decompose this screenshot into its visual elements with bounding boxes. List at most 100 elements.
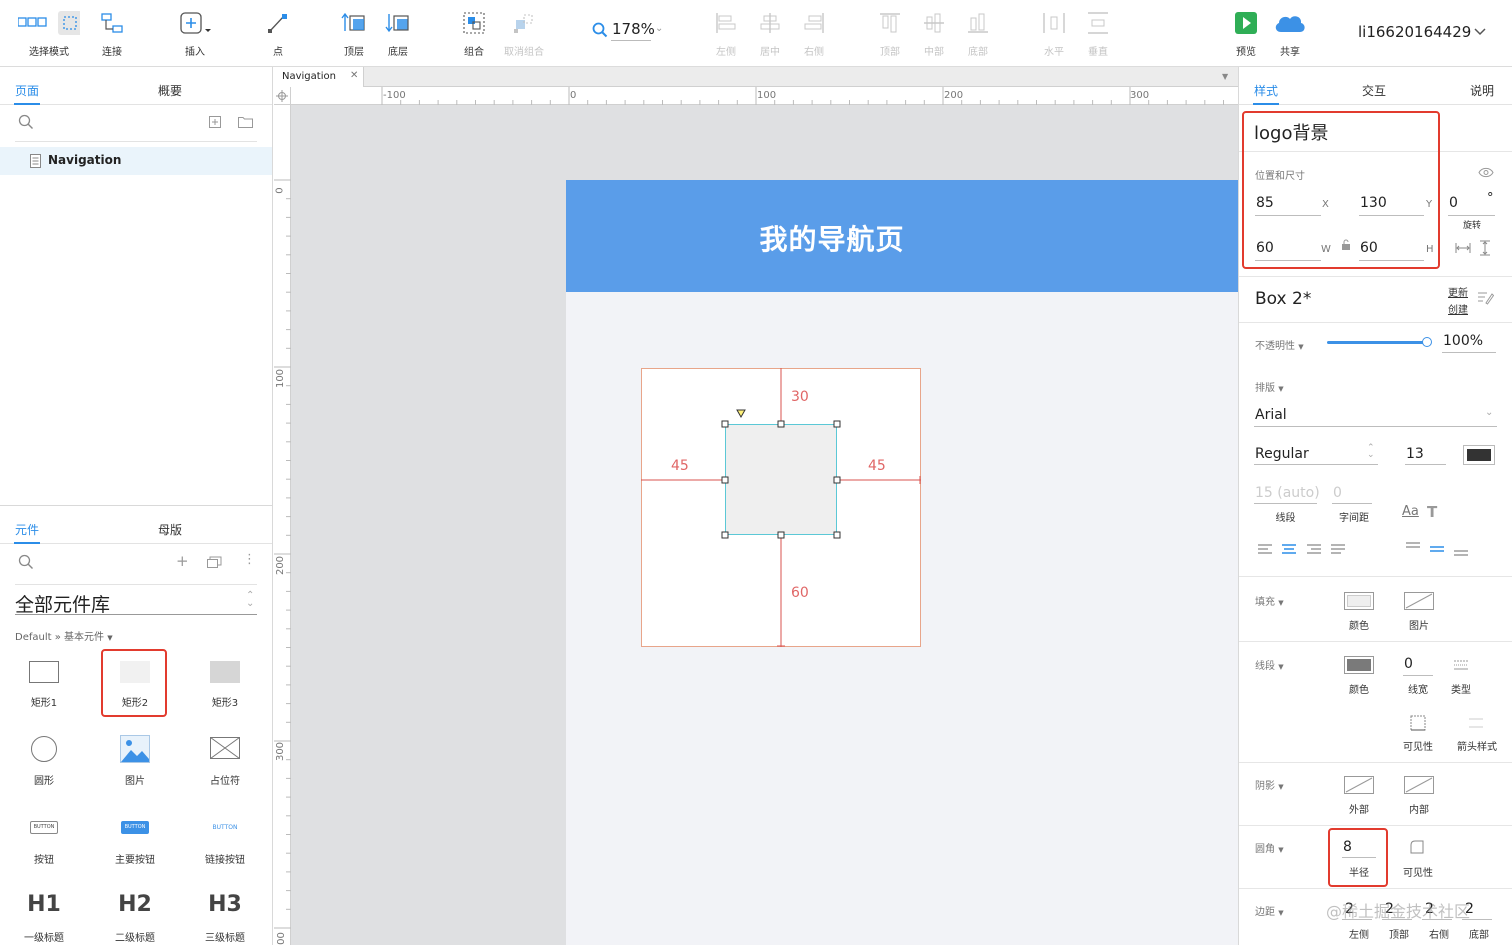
edit-style-icon[interactable] bbox=[1477, 291, 1494, 305]
padding-label[interactable]: 边距 ▼ bbox=[1255, 903, 1284, 918]
shadow-label[interactable]: 阴影 ▼ bbox=[1255, 777, 1284, 792]
font-weight-select[interactable]: Regular bbox=[1255, 446, 1309, 462]
distribute-horizontal-button[interactable]: 水平 bbox=[1034, 0, 1074, 66]
inner-shadow-swatch[interactable] bbox=[1404, 776, 1434, 794]
library-breadcrumb[interactable]: Default » 基本元件 ▼ bbox=[15, 628, 113, 643]
tab-outline[interactable]: 概要 bbox=[158, 82, 182, 99]
lib-item-link-button[interactable]: BUTTON 链接按钮 bbox=[190, 811, 260, 881]
align-middle-button[interactable]: 中部 bbox=[914, 0, 954, 66]
lib-item-rect1[interactable]: 矩形1 bbox=[9, 649, 79, 719]
tab-interactions[interactable]: 交互 bbox=[1362, 82, 1386, 99]
lib-item-label: 三级标题 bbox=[205, 933, 245, 944]
align-bottom-button[interactable]: 底部 bbox=[958, 0, 998, 66]
align-center-button[interactable]: 居中 bbox=[750, 0, 790, 66]
align-text-left-icon[interactable] bbox=[1257, 544, 1273, 556]
rotation-input[interactable]: 0 bbox=[1449, 195, 1458, 211]
nav-header[interactable]: 我的导航页 bbox=[566, 180, 1238, 292]
lib-item-h1[interactable]: H1 一级标题 bbox=[9, 888, 79, 945]
fill-color-swatch[interactable] bbox=[1344, 592, 1374, 610]
corner-radius-label[interactable]: 圆角 ▼ bbox=[1255, 840, 1284, 855]
ungroup-button[interactable]: 取消组合 bbox=[500, 0, 548, 66]
tab-notes[interactable]: 说明 bbox=[1470, 82, 1494, 99]
page-item-navigation[interactable]: Navigation bbox=[0, 147, 272, 175]
preview-button[interactable]: 预览 bbox=[1226, 0, 1266, 66]
fill-label[interactable]: 填充 ▼ bbox=[1255, 593, 1284, 608]
library-select[interactable]: 全部元件库 bbox=[15, 590, 110, 617]
font-color-swatch[interactable] bbox=[1463, 445, 1495, 465]
select-mode-button[interactable]: 选择模式 bbox=[14, 0, 84, 66]
line-height-input[interactable]: 15 (auto) bbox=[1255, 485, 1320, 501]
align-text-right-icon[interactable] bbox=[1306, 544, 1322, 556]
align-left-button[interactable]: 左侧 bbox=[706, 0, 746, 66]
align-text-justify-icon[interactable] bbox=[1330, 544, 1346, 556]
align-top-button[interactable]: 顶部 bbox=[870, 0, 910, 66]
create-style-link[interactable]: 创建 bbox=[1448, 301, 1468, 316]
outer-shadow-swatch[interactable] bbox=[1344, 776, 1374, 794]
library-more-icon[interactable]: ⋮ bbox=[243, 552, 256, 567]
font-family-select[interactable]: Arial bbox=[1255, 407, 1287, 423]
pages-search-icon[interactable] bbox=[18, 114, 34, 130]
border-width-input[interactable]: 0 bbox=[1404, 656, 1413, 672]
lib-item-circle[interactable]: 圆形 bbox=[9, 731, 79, 801]
opacity-slider-knob[interactable] bbox=[1422, 337, 1432, 347]
canvas-tab-navigation[interactable]: Navigation ✕ bbox=[274, 67, 364, 88]
bring-to-front-button[interactable]: 顶层 bbox=[334, 0, 374, 66]
lib-item-rect3[interactable]: 矩形3 bbox=[190, 649, 260, 719]
send-to-back-button[interactable]: 底层 bbox=[378, 0, 418, 66]
font-weight-stepper-icon[interactable]: ⌃ ⌄ bbox=[1367, 444, 1375, 460]
letter-spacing-input[interactable]: 0 bbox=[1333, 485, 1342, 501]
border-label[interactable]: 线段 ▼ bbox=[1255, 657, 1284, 672]
lib-item-h2[interactable]: H2 二级标题 bbox=[100, 888, 170, 945]
fill-image-swatch[interactable] bbox=[1404, 592, 1434, 610]
lib-item-primary-button[interactable]: BUTTON 主要按钮 bbox=[100, 811, 170, 881]
valign-middle-icon[interactable] bbox=[1429, 545, 1445, 557]
tab-pages[interactable]: 页面 bbox=[15, 82, 39, 99]
distribute-vertical-button[interactable]: 垂直 bbox=[1078, 0, 1118, 66]
opacity-slider[interactable] bbox=[1327, 341, 1427, 344]
fit-height-icon[interactable] bbox=[1479, 240, 1491, 256]
lib-item-h3[interactable]: H3 三级标题 bbox=[190, 888, 260, 945]
lib-item-button[interactable]: BUTTON 按钮 bbox=[9, 811, 79, 881]
border-type-icon[interactable] bbox=[1453, 659, 1469, 671]
border-color-swatch[interactable] bbox=[1344, 656, 1374, 674]
close-tab-icon[interactable]: ✕ bbox=[350, 70, 358, 81]
add-folder-icon[interactable] bbox=[238, 116, 253, 128]
lib-item-placeholder[interactable]: 占位符 bbox=[190, 731, 260, 801]
align-right-button[interactable]: 右侧 bbox=[794, 0, 834, 66]
share-button[interactable]: 共享 bbox=[1270, 0, 1310, 66]
align-text-center-icon[interactable] bbox=[1281, 544, 1297, 556]
lib-item-image[interactable]: 图片 bbox=[100, 731, 170, 801]
fit-width-icon[interactable] bbox=[1455, 242, 1471, 254]
text-case-icon[interactable]: Aa bbox=[1402, 504, 1419, 519]
font-size-input[interactable]: 13 bbox=[1406, 446, 1424, 462]
arrow-style-icon[interactable] bbox=[1468, 716, 1484, 730]
valign-top-icon[interactable] bbox=[1405, 541, 1421, 553]
tab-widgets[interactable]: 元件 bbox=[15, 521, 39, 538]
tab-masters[interactable]: 母版 bbox=[158, 521, 182, 538]
update-style-link[interactable]: 更新 bbox=[1448, 284, 1468, 299]
typography-label[interactable]: 排版 ▼ bbox=[1255, 379, 1284, 394]
valign-bottom-icon[interactable] bbox=[1453, 549, 1469, 561]
visibility-eye-icon[interactable] bbox=[1478, 167, 1494, 178]
text-shadow-icon[interactable]: T bbox=[1427, 503, 1437, 521]
insert-button[interactable]: 插入 bbox=[175, 0, 215, 66]
border-visibility-icon[interactable] bbox=[1410, 715, 1426, 731]
library-menu-icon[interactable] bbox=[207, 556, 222, 568]
group-button[interactable]: 组合 bbox=[454, 0, 494, 66]
add-library-icon[interactable]: + bbox=[176, 552, 189, 570]
selection-handles[interactable] bbox=[720, 408, 842, 540]
add-page-icon[interactable] bbox=[209, 116, 221, 128]
point-button[interactable]: 点 bbox=[258, 0, 298, 66]
connect-button[interactable]: 连接 bbox=[92, 0, 132, 66]
style-name[interactable]: Box 2* bbox=[1255, 289, 1311, 309]
tab-style[interactable]: 样式 bbox=[1254, 82, 1278, 99]
zoom-control[interactable]: 178% ⌄ bbox=[590, 19, 670, 41]
opacity-label[interactable]: 不透明性 ▼ bbox=[1255, 337, 1304, 352]
library-select-chevron-icon[interactable]: ⌃ ⌄ bbox=[246, 591, 254, 609]
library-search-icon[interactable] bbox=[18, 554, 34, 570]
tab-dropdown-icon[interactable]: ▼ bbox=[1222, 72, 1228, 81]
corner-visibility-icon[interactable] bbox=[1410, 840, 1424, 854]
opacity-input[interactable]: 100% bbox=[1443, 333, 1483, 349]
user-menu[interactable]: li16620164429 bbox=[1358, 23, 1488, 43]
font-family-chevron-icon[interactable]: ⌄ bbox=[1485, 407, 1493, 418]
